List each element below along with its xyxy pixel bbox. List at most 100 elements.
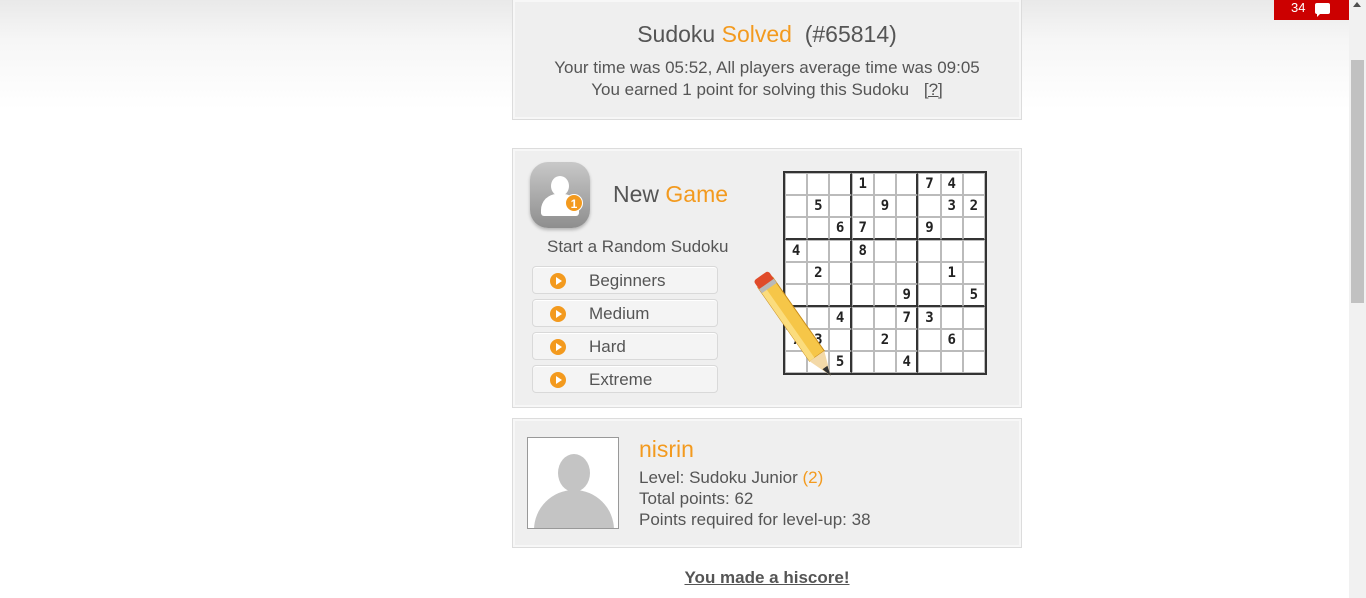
sudoku-cell: [873, 262, 897, 284]
sudoku-cell: [962, 173, 985, 195]
beginners-button[interactable]: Beginners: [532, 266, 718, 294]
sudoku-cell: [896, 262, 919, 284]
solved-title: Sudoku Solved (#65814): [513, 21, 1021, 48]
sudoku-cell: [940, 351, 963, 373]
single-player-icon: 1: [530, 162, 590, 228]
chat-count: 34: [1291, 0, 1306, 15]
sudoku-cell: 6: [829, 217, 852, 240]
difficulty-label: Hard: [589, 337, 626, 356]
sudoku-cell: [873, 217, 897, 240]
scrollbar[interactable]: [1349, 0, 1366, 598]
sudoku-cell: [918, 240, 941, 262]
sudoku-cell: [829, 195, 852, 217]
sudoku-cell: 6: [940, 329, 963, 351]
sudoku-cell: 7: [918, 173, 941, 195]
sudoku-cell: [962, 217, 985, 240]
sudoku-cell: 1: [940, 262, 963, 284]
play-icon: [550, 306, 566, 322]
sudoku-cell: 5: [807, 195, 830, 217]
sudoku-cell: 1: [851, 173, 874, 195]
random-sudoku-subtitle: Start a Random Sudoku: [547, 237, 729, 256]
sudoku-cell: [807, 240, 830, 262]
help-link[interactable]: [?]: [924, 80, 943, 99]
sudoku-cell: [918, 195, 941, 217]
sudoku-cell: 9: [896, 284, 919, 307]
play-icon: [550, 372, 566, 388]
sudoku-cell: [873, 284, 897, 307]
sudoku-cell: [807, 217, 830, 240]
sudoku-cell: [851, 262, 874, 284]
pencil-icon: [754, 271, 831, 376]
new-game-title-accent: Game: [665, 181, 729, 207]
play-icon: [550, 273, 566, 289]
solved-title-prefix: Sudoku: [637, 21, 716, 47]
sudoku-cell: [918, 329, 941, 351]
sudoku-cell: 3: [918, 307, 941, 329]
chat-badge[interactable]: 34: [1274, 0, 1350, 20]
sudoku-cell: [896, 217, 919, 240]
medium-button[interactable]: Medium: [532, 299, 718, 327]
sudoku-cell: 4: [785, 240, 808, 262]
sudoku-cell: 9: [873, 195, 897, 217]
total-points: Total points: 62: [639, 489, 754, 508]
sudoku-cell: 9: [918, 217, 941, 240]
difficulty-label: Beginners: [589, 271, 666, 290]
sudoku-cell: [962, 240, 985, 262]
user-avatar[interactable]: [527, 437, 619, 529]
sudoku-cell: [940, 284, 963, 307]
hiscore-link[interactable]: You made a hiscore!: [512, 568, 1022, 588]
sudoku-cell: 3: [940, 195, 963, 217]
time-summary: Your time was 05:52, All players average…: [554, 58, 980, 77]
sudoku-cell: [896, 329, 919, 351]
sudoku-cell: [940, 307, 963, 329]
sudoku-cell: [918, 262, 941, 284]
sudoku-cell: 7: [896, 307, 919, 329]
sudoku-cell: [873, 351, 897, 373]
sudoku-cell: [896, 240, 919, 262]
sudoku-cell: 8: [851, 240, 874, 262]
sudoku-cell: [962, 262, 985, 284]
user-level: Level: Sudoku Junior (2): [639, 468, 823, 488]
sudoku-cell: 2: [873, 329, 897, 351]
sudoku-cell: [829, 173, 852, 195]
scroll-up-arrow-icon[interactable]: [1353, 2, 1361, 7]
user-level-number: (2): [802, 468, 824, 487]
sudoku-cell: [873, 173, 897, 195]
sudoku-cell: 7: [851, 217, 874, 240]
sudoku-cell: [851, 307, 874, 329]
user-level-label: Level: Sudoku Junior: [639, 468, 798, 487]
sudoku-cell: [896, 195, 919, 217]
extreme-button[interactable]: Extreme: [532, 365, 718, 393]
new-game-title: New Game: [613, 181, 728, 208]
sudoku-cell: [873, 240, 897, 262]
solved-title-accent: Solved: [721, 21, 792, 47]
sudoku-cell: [851, 329, 874, 351]
sudoku-cell: [873, 307, 897, 329]
sudoku-cell: [918, 351, 941, 373]
sudoku-cell: 4: [896, 351, 919, 373]
sudoku-cell: [829, 240, 852, 262]
sudoku-cell: [940, 240, 963, 262]
sudoku-cell: [962, 351, 985, 373]
sudoku-cell: [785, 173, 808, 195]
play-icon: [550, 339, 566, 355]
puzzle-id: (#65814): [804, 21, 897, 47]
sudoku-cell: 2: [962, 195, 985, 217]
sudoku-cell: [940, 217, 963, 240]
sudoku-cell: [851, 195, 874, 217]
hard-button[interactable]: Hard: [532, 332, 718, 360]
sudoku-cell: [851, 284, 874, 307]
points-earned: You earned 1 point for solving this Sudo…: [513, 79, 1021, 101]
player-count-badge: 1: [565, 194, 583, 212]
sudoku-cell: [918, 284, 941, 307]
username[interactable]: nisrin: [639, 436, 694, 463]
scrollbar-thumb[interactable]: [1351, 60, 1364, 303]
sudoku-cell: 4: [940, 173, 963, 195]
sudoku-cell: 5: [962, 284, 985, 307]
sudoku-cell: [807, 173, 830, 195]
sudoku-cell: [962, 329, 985, 351]
difficulty-label: Extreme: [589, 370, 653, 389]
points-earned-text: You earned 1 point for solving this Sudo…: [591, 80, 910, 99]
profile-panel: nisrin Level: Sudoku Junior (2) Total po…: [512, 418, 1022, 548]
new-game-panel: 1 New Game Start a Random Sudoku Beginne…: [512, 148, 1022, 408]
